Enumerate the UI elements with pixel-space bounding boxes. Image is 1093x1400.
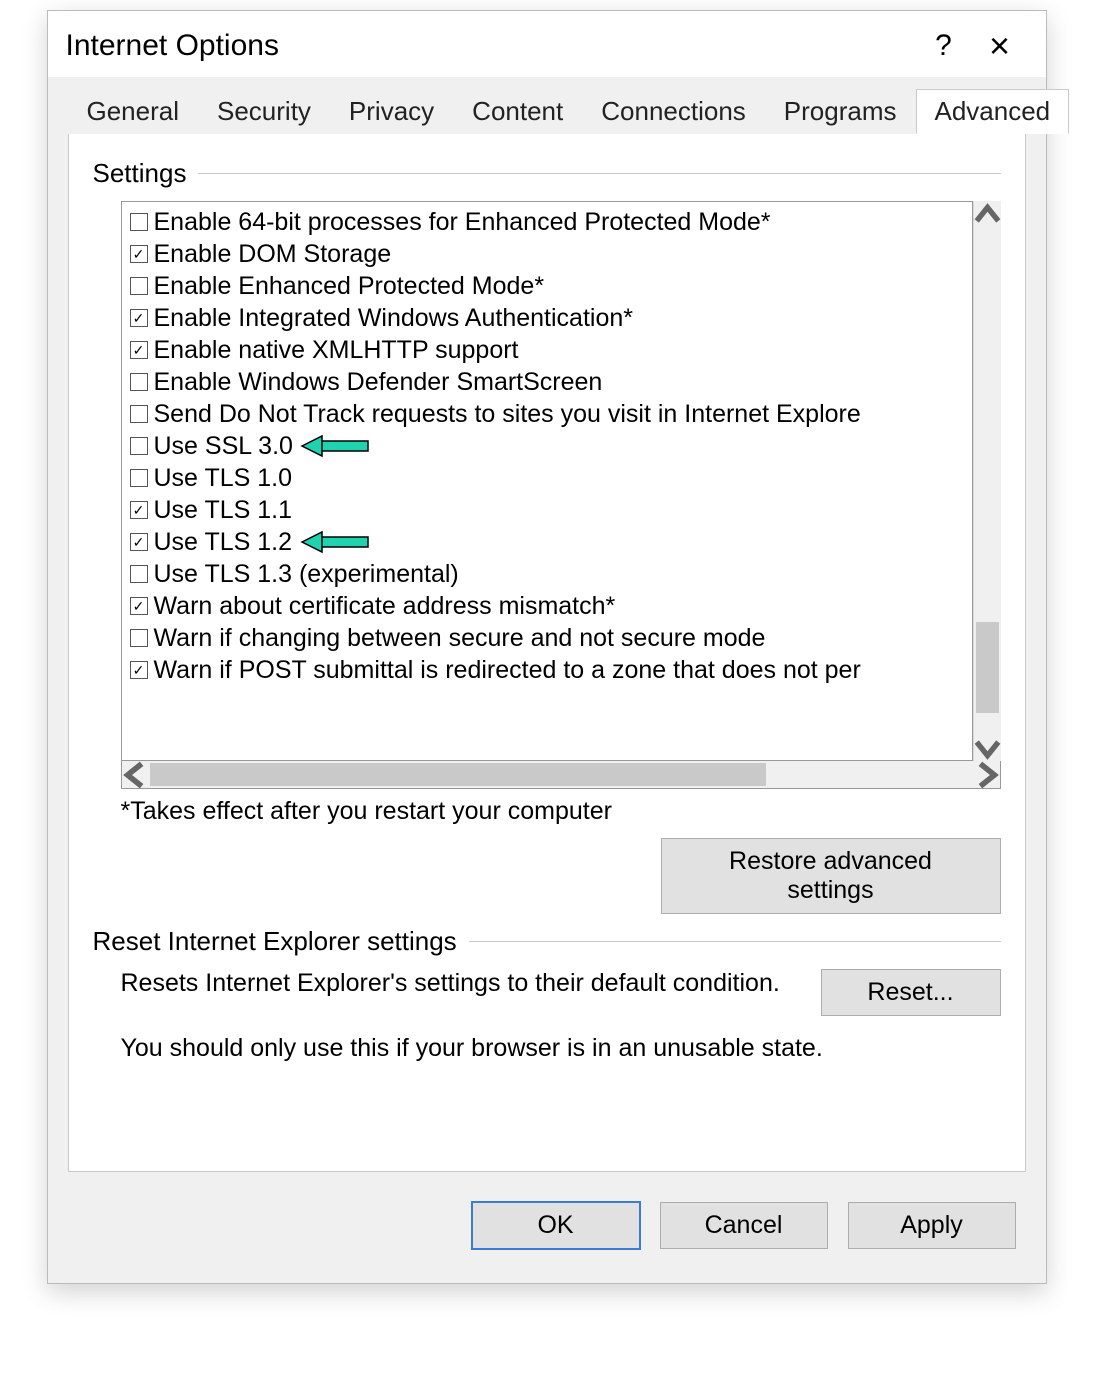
hscroll-track[interactable] xyxy=(150,761,972,788)
checkbox-icon[interactable]: ✓ xyxy=(130,597,148,615)
vertical-scrollbar[interactable] xyxy=(973,201,1001,761)
settings-item[interactable]: ✓ Enable DOM Storage xyxy=(130,238,964,270)
settings-item-label: Enable DOM Storage xyxy=(154,238,392,270)
checkbox-icon[interactable] xyxy=(130,565,148,583)
checkbox-icon[interactable]: ✓ xyxy=(130,245,148,263)
dialog-body: GeneralSecurityPrivacyContentConnections… xyxy=(48,77,1046,1283)
settings-item-label: Enable native XMLHTTP support xyxy=(154,334,519,366)
tab-connections[interactable]: Connections xyxy=(582,89,765,134)
tab-programs[interactable]: Programs xyxy=(765,89,916,134)
settings-listbox[interactable]: Enable 64-bit processes for Enhanced Pro… xyxy=(121,201,973,761)
apply-button[interactable]: Apply xyxy=(848,1202,1016,1249)
reset-row: Resets Internet Explorer's settings to t… xyxy=(121,969,1001,1016)
settings-item[interactable]: ✓ Warn if POST submittal is redirected to… xyxy=(130,654,964,686)
settings-item-label: Enable Windows Defender SmartScreen xyxy=(154,366,603,398)
settings-item-label: Enable Enhanced Protected Mode* xyxy=(154,270,545,302)
scroll-down-icon[interactable] xyxy=(974,733,1001,761)
settings-item-label: Use TLS 1.3 (experimental) xyxy=(154,558,459,590)
annotation-arrow-icon xyxy=(300,530,370,554)
settings-item-label: Warn if POST submittal is redirected to … xyxy=(154,654,861,686)
settings-listbox-wrap: Enable 64-bit processes for Enhanced Pro… xyxy=(121,201,1001,761)
tab-advanced[interactable]: Advanced xyxy=(916,89,1070,134)
checkbox-icon[interactable] xyxy=(130,437,148,455)
tab-privacy[interactable]: Privacy xyxy=(330,89,453,134)
dialog-footer: OK Cancel Apply xyxy=(68,1172,1026,1263)
titlebar: Internet Options ? × xyxy=(48,11,1046,77)
reset-button[interactable]: Reset... xyxy=(821,969,1001,1016)
tab-strip: GeneralSecurityPrivacyContentConnections… xyxy=(68,77,1026,134)
checkbox-icon[interactable] xyxy=(130,277,148,295)
settings-item-label: Use TLS 1.2 xyxy=(154,526,293,558)
checkbox-icon[interactable] xyxy=(130,469,148,487)
group-divider xyxy=(469,941,1001,942)
settings-item-label: Use TLS 1.0 xyxy=(154,462,293,494)
settings-item-label: Enable 64-bit processes for Enhanced Pro… xyxy=(154,206,771,238)
hscroll-thumb[interactable] xyxy=(150,763,767,786)
restore-advanced-settings-button[interactable]: Restore advanced settings xyxy=(661,838,1001,914)
tab-panel-advanced: Settings Enable 64-bit processes for Enh… xyxy=(68,133,1026,1172)
settings-item-label: Enable Integrated Windows Authentication… xyxy=(154,302,633,334)
settings-item[interactable]: ✓ Warn about certificate address mismatch… xyxy=(130,590,964,622)
settings-item[interactable]: ✓ Use TLS 1.1 xyxy=(130,494,964,526)
tab-general[interactable]: General xyxy=(68,89,199,134)
settings-item[interactable]: Warn if changing between secure and not … xyxy=(130,622,964,654)
internet-options-dialog: Internet Options ? × GeneralSecurityPriv… xyxy=(47,10,1047,1284)
settings-item[interactable]: Enable Enhanced Protected Mode* xyxy=(130,270,964,302)
horizontal-scrollbar[interactable] xyxy=(121,761,1001,789)
tab-security[interactable]: Security xyxy=(198,89,330,134)
window-title: Internet Options xyxy=(66,29,916,63)
ok-button[interactable]: OK xyxy=(472,1202,640,1249)
scroll-thumb[interactable] xyxy=(976,622,999,713)
reset-warning: You should only use this if your browser… xyxy=(121,1034,1001,1063)
scroll-track[interactable] xyxy=(974,229,1001,733)
checkbox-icon[interactable] xyxy=(130,405,148,423)
settings-item-label: Warn about certificate address mismatch* xyxy=(154,590,616,622)
settings-item-label: Use SSL 3.0 xyxy=(154,430,293,462)
settings-item[interactable]: Use TLS 1.3 (experimental) xyxy=(130,558,964,590)
scroll-right-icon[interactable] xyxy=(972,761,1000,788)
settings-item[interactable]: ✓ Enable native XMLHTTP support xyxy=(130,334,964,366)
settings-item[interactable]: Enable Windows Defender SmartScreen xyxy=(130,366,964,398)
checkbox-icon[interactable]: ✓ xyxy=(130,533,148,551)
checkbox-icon[interactable]: ✓ xyxy=(130,309,148,327)
checkbox-icon[interactable] xyxy=(130,373,148,391)
checkbox-icon[interactable] xyxy=(130,629,148,647)
checkbox-icon[interactable]: ✓ xyxy=(130,341,148,359)
cancel-button[interactable]: Cancel xyxy=(660,1202,828,1249)
restart-note: *Takes effect after you restart your com… xyxy=(121,797,1001,826)
help-icon[interactable]: ? xyxy=(916,29,972,63)
settings-item-label: Use TLS 1.1 xyxy=(154,494,293,526)
checkbox-icon[interactable]: ✓ xyxy=(130,501,148,519)
settings-item[interactable]: Use TLS 1.0 xyxy=(130,462,964,494)
settings-item[interactable]: ✓ Use TLS 1.2 xyxy=(130,526,964,558)
group-divider xyxy=(198,173,1000,174)
reset-group-header: Reset Internet Explorer settings xyxy=(93,926,1001,957)
checkbox-icon[interactable]: ✓ xyxy=(130,661,148,679)
annotation-arrow-icon xyxy=(300,434,370,458)
settings-group-header: Settings xyxy=(93,158,1001,189)
settings-group-label: Settings xyxy=(93,158,187,189)
settings-item[interactable]: Use SSL 3.0 xyxy=(130,430,964,462)
checkbox-icon[interactable] xyxy=(130,213,148,231)
settings-item-label: Send Do Not Track requests to sites you … xyxy=(154,398,861,430)
settings-item[interactable]: ✓ Enable Integrated Windows Authenticatio… xyxy=(130,302,964,334)
settings-item[interactable]: Enable 64-bit processes for Enhanced Pro… xyxy=(130,206,964,238)
scroll-up-icon[interactable] xyxy=(974,201,1001,229)
close-icon[interactable]: × xyxy=(972,25,1028,67)
settings-item-label: Warn if changing between secure and not … xyxy=(154,622,766,654)
tab-content[interactable]: Content xyxy=(453,89,582,134)
scroll-left-icon[interactable] xyxy=(122,761,150,788)
settings-item[interactable]: Send Do Not Track requests to sites you … xyxy=(130,398,964,430)
reset-group-label: Reset Internet Explorer settings xyxy=(93,926,457,957)
restore-row: Restore advanced settings xyxy=(93,838,1001,914)
reset-description: Resets Internet Explorer's settings to t… xyxy=(121,969,797,998)
